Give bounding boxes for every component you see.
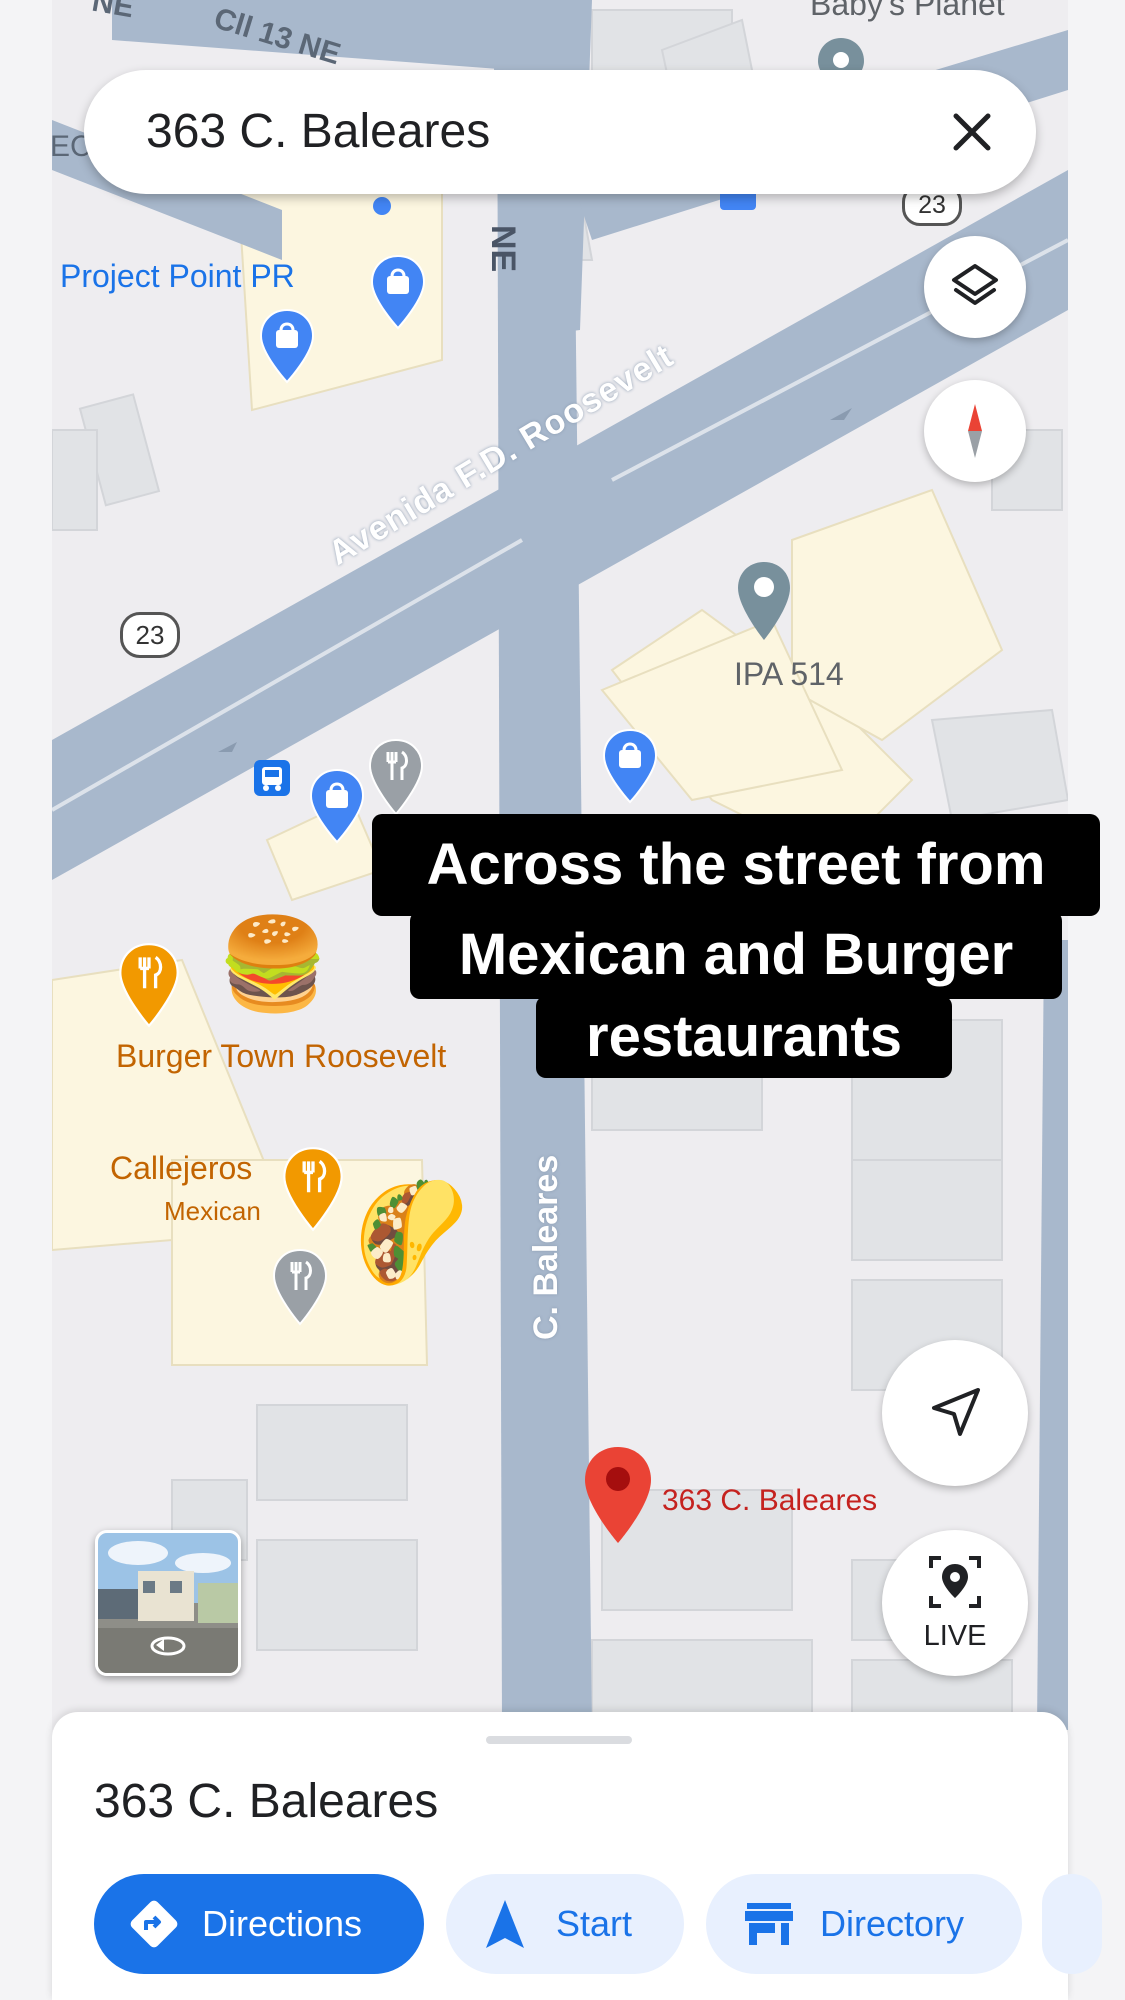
store-icon bbox=[745, 1903, 793, 1945]
caption-line-2: Mexican and Burger bbox=[410, 911, 1062, 999]
location-dot-icon bbox=[373, 197, 391, 215]
dropped-pin-label[interactable]: 363 C. Baleares bbox=[662, 1484, 877, 1518]
bus-stop-icon[interactable] bbox=[254, 760, 290, 796]
directions-icon bbox=[130, 1900, 178, 1948]
place-title: 363 C. Baleares bbox=[94, 1775, 439, 1828]
directions-button[interactable]: Directions bbox=[94, 1874, 424, 1974]
more-actions-chip[interactable] bbox=[1042, 1874, 1102, 1974]
start-button[interactable]: Start bbox=[446, 1874, 684, 1974]
live-view-button[interactable]: LIVE bbox=[882, 1530, 1028, 1676]
sheet-drag-handle[interactable] bbox=[486, 1736, 632, 1744]
live-view-icon bbox=[929, 1556, 981, 1608]
poi-label-project-point[interactable]: Project Point PR bbox=[60, 258, 295, 295]
place-sheet[interactable]: 363 C. Baleares Directions Start Directo… bbox=[52, 1712, 1102, 2000]
directory-label: Directory bbox=[820, 1903, 965, 1944]
shopping-pin-icon[interactable] bbox=[259, 308, 315, 384]
search-input[interactable]: 363 C. Baleares bbox=[146, 104, 490, 159]
compass-icon bbox=[968, 404, 982, 458]
shopping-pin-icon[interactable] bbox=[309, 768, 365, 844]
directory-button[interactable]: Directory bbox=[706, 1874, 1022, 1974]
shopping-pin-icon[interactable] bbox=[370, 254, 426, 330]
restaurant-pin-icon[interactable] bbox=[118, 942, 180, 1028]
compass-button[interactable] bbox=[924, 380, 1026, 482]
restaurant-pin-icon[interactable] bbox=[368, 738, 424, 816]
live-label: LIVE bbox=[923, 1620, 987, 1652]
navigation-arrow-icon bbox=[932, 1388, 980, 1436]
clear-search-button[interactable] bbox=[930, 90, 1014, 174]
directions-label: Directions bbox=[202, 1903, 363, 1944]
street-label-baleares: C. Baleares bbox=[527, 1154, 565, 1340]
poi-label-burger-town[interactable]: Burger Town Roosevelt bbox=[116, 1038, 446, 1075]
shopping-pin-icon[interactable] bbox=[602, 728, 658, 804]
360-rotate-icon bbox=[150, 1636, 186, 1656]
poi-label-callejeros[interactable]: Callejeros bbox=[110, 1150, 252, 1187]
my-location-button[interactable] bbox=[882, 1340, 1028, 1486]
dropped-pin-icon[interactable] bbox=[582, 1445, 654, 1545]
start-label: Start bbox=[556, 1903, 633, 1944]
street-view-thumbnail[interactable] bbox=[95, 1530, 241, 1676]
navigation-arrow-icon bbox=[486, 1900, 524, 1948]
poi-label-callejeros-category: Mexican bbox=[164, 1196, 261, 1226]
restaurant-pin-icon[interactable] bbox=[272, 1248, 328, 1326]
place-pin-icon[interactable] bbox=[736, 560, 792, 642]
poi-label-ipa-514[interactable]: IPA 514 bbox=[734, 656, 844, 693]
layers-icon bbox=[952, 264, 998, 305]
search-bar[interactable]: 363 C. Baleares bbox=[84, 70, 1036, 194]
street-label-ne-vertical: NE bbox=[484, 225, 522, 273]
caption-line-3: restaurants bbox=[536, 996, 952, 1078]
burger-emoji: 🍔 bbox=[217, 912, 330, 1017]
poi-label-babys-planet[interactable]: Baby's Planet bbox=[810, 0, 1005, 23]
layers-button[interactable] bbox=[924, 236, 1026, 338]
restaurant-pin-icon[interactable] bbox=[282, 1146, 344, 1232]
caption-line-1: Across the street from bbox=[372, 814, 1100, 916]
route-shield-23-left: 23 bbox=[120, 612, 180, 658]
close-icon bbox=[953, 113, 991, 151]
